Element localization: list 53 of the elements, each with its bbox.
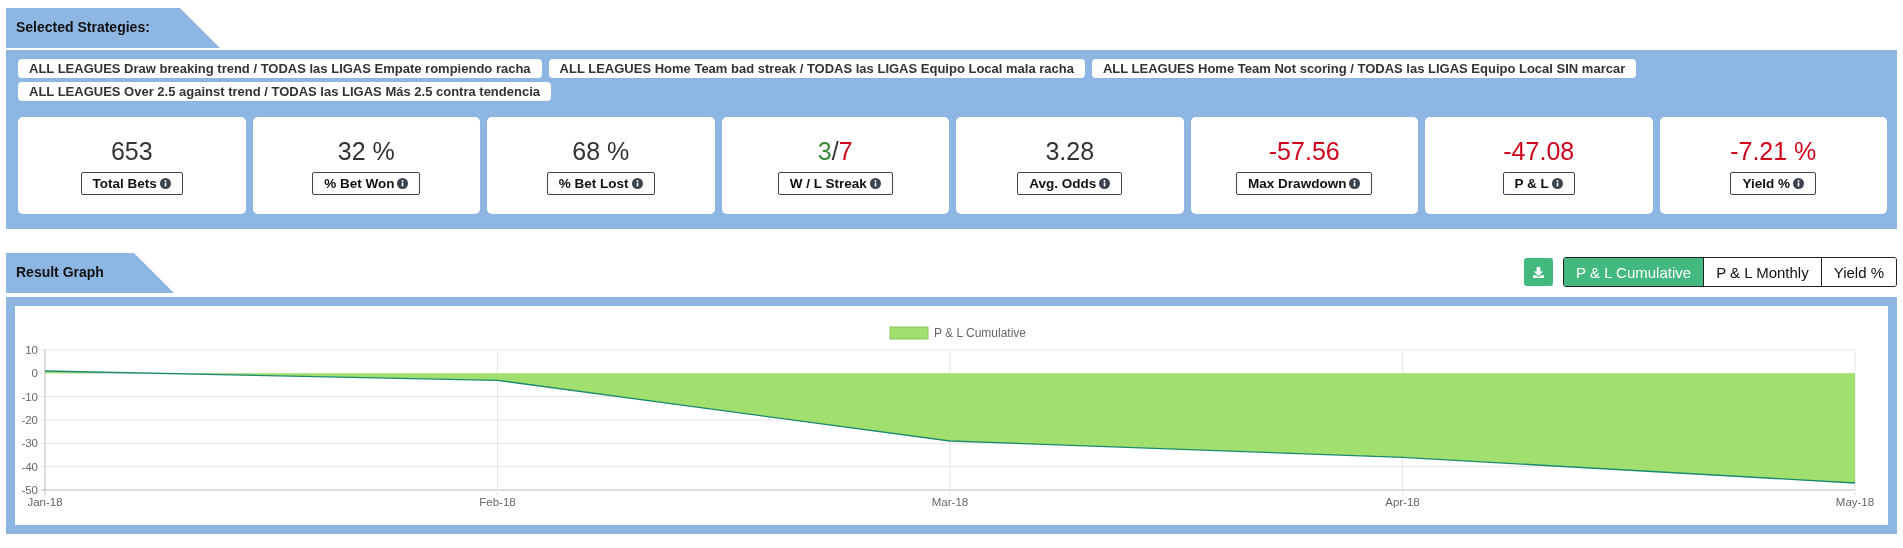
strategy-tag: ALL LEAGUES Draw breaking trend / TODAS las LIGAS Empate rompiendo racha xyxy=(18,59,542,78)
stat-value: 3.28 xyxy=(1045,136,1095,166)
axis-tick-label: Mar-18 xyxy=(931,496,969,508)
stat-value: -7.21 % xyxy=(1730,136,1817,166)
info-icon xyxy=(397,177,409,189)
info-icon xyxy=(1099,177,1111,189)
stat-value: -57.56 xyxy=(1268,136,1340,166)
info-icon xyxy=(1793,177,1804,189)
axis-tick-label: 10 xyxy=(25,344,38,356)
stat-value: 3/7 xyxy=(817,136,853,166)
stat-label[interactable]: W / L Streak xyxy=(777,171,893,195)
axis-tick-label: Feb-18 xyxy=(479,496,516,508)
info-icon xyxy=(1551,177,1563,189)
stat-label[interactable]: Total Bets xyxy=(80,171,183,195)
label-text: % Bet Lost xyxy=(558,175,629,191)
axis-tick-label: -30 xyxy=(21,437,38,450)
label-text: Avg. Odds xyxy=(1029,175,1097,191)
stat-label[interactable]: % Bet Lost xyxy=(546,171,655,195)
info-icon xyxy=(159,177,171,189)
strategy-tag: ALL LEAGUES Home Team Not scoring / TODAS las LIGAS Equipo Local SIN marcar xyxy=(1091,59,1637,78)
legend-label: P & L Cumulative xyxy=(934,326,1027,340)
stat-label[interactable]: P & L xyxy=(1502,171,1575,195)
stat-label[interactable]: % Bet Won xyxy=(312,171,421,195)
axis-tick-label: Apr-18 xyxy=(1385,496,1420,508)
view-tab[interactable]: Yield % xyxy=(1820,258,1896,286)
label-text: % Bet Won xyxy=(324,175,395,191)
stat-value: 653 xyxy=(110,136,153,166)
stat-value: -47.08 xyxy=(1503,136,1575,166)
strategy-tag: ALL LEAGUES Over 2.5 against trend / TODAS las LIGAS Más 2.5 contra tendencia xyxy=(18,82,551,101)
label-text: W / L Streak xyxy=(789,175,867,191)
label-text: Total Bets xyxy=(92,175,157,191)
download-icon xyxy=(1532,265,1546,279)
label-text: P & L xyxy=(1514,175,1549,191)
download-button[interactable] xyxy=(1524,258,1554,286)
axis-tick-label: Jan-18 xyxy=(27,496,63,508)
stat-label[interactable]: Max Drawdown xyxy=(1236,171,1373,195)
axis-tick-label: -40 xyxy=(21,460,38,473)
stat-label[interactable]: Avg. Odds xyxy=(1017,171,1123,195)
strategy-tag: ALL LEAGUES Home Team bad streak / TODAS las LIGAS Equipo Local mala racha xyxy=(548,59,1085,78)
stat-value: 32 % xyxy=(337,136,395,166)
info-icon xyxy=(631,177,643,189)
info-icon xyxy=(1349,177,1361,189)
axis-tick-label: -10 xyxy=(21,390,38,403)
axis-tick-label: May-18 xyxy=(1835,496,1875,508)
axis-tick-label: -50 xyxy=(21,484,38,496)
stat-label[interactable]: Yield % xyxy=(1730,171,1816,195)
label-text: Max Drawdown xyxy=(1248,175,1347,191)
info-icon xyxy=(869,177,881,189)
label-text: Yield % xyxy=(1742,175,1790,191)
axis-tick-label: 0 xyxy=(31,367,38,380)
stat-value: 68 % xyxy=(572,136,630,166)
legend-swatch xyxy=(889,326,929,340)
axis-tick-label: -20 xyxy=(21,414,38,426)
